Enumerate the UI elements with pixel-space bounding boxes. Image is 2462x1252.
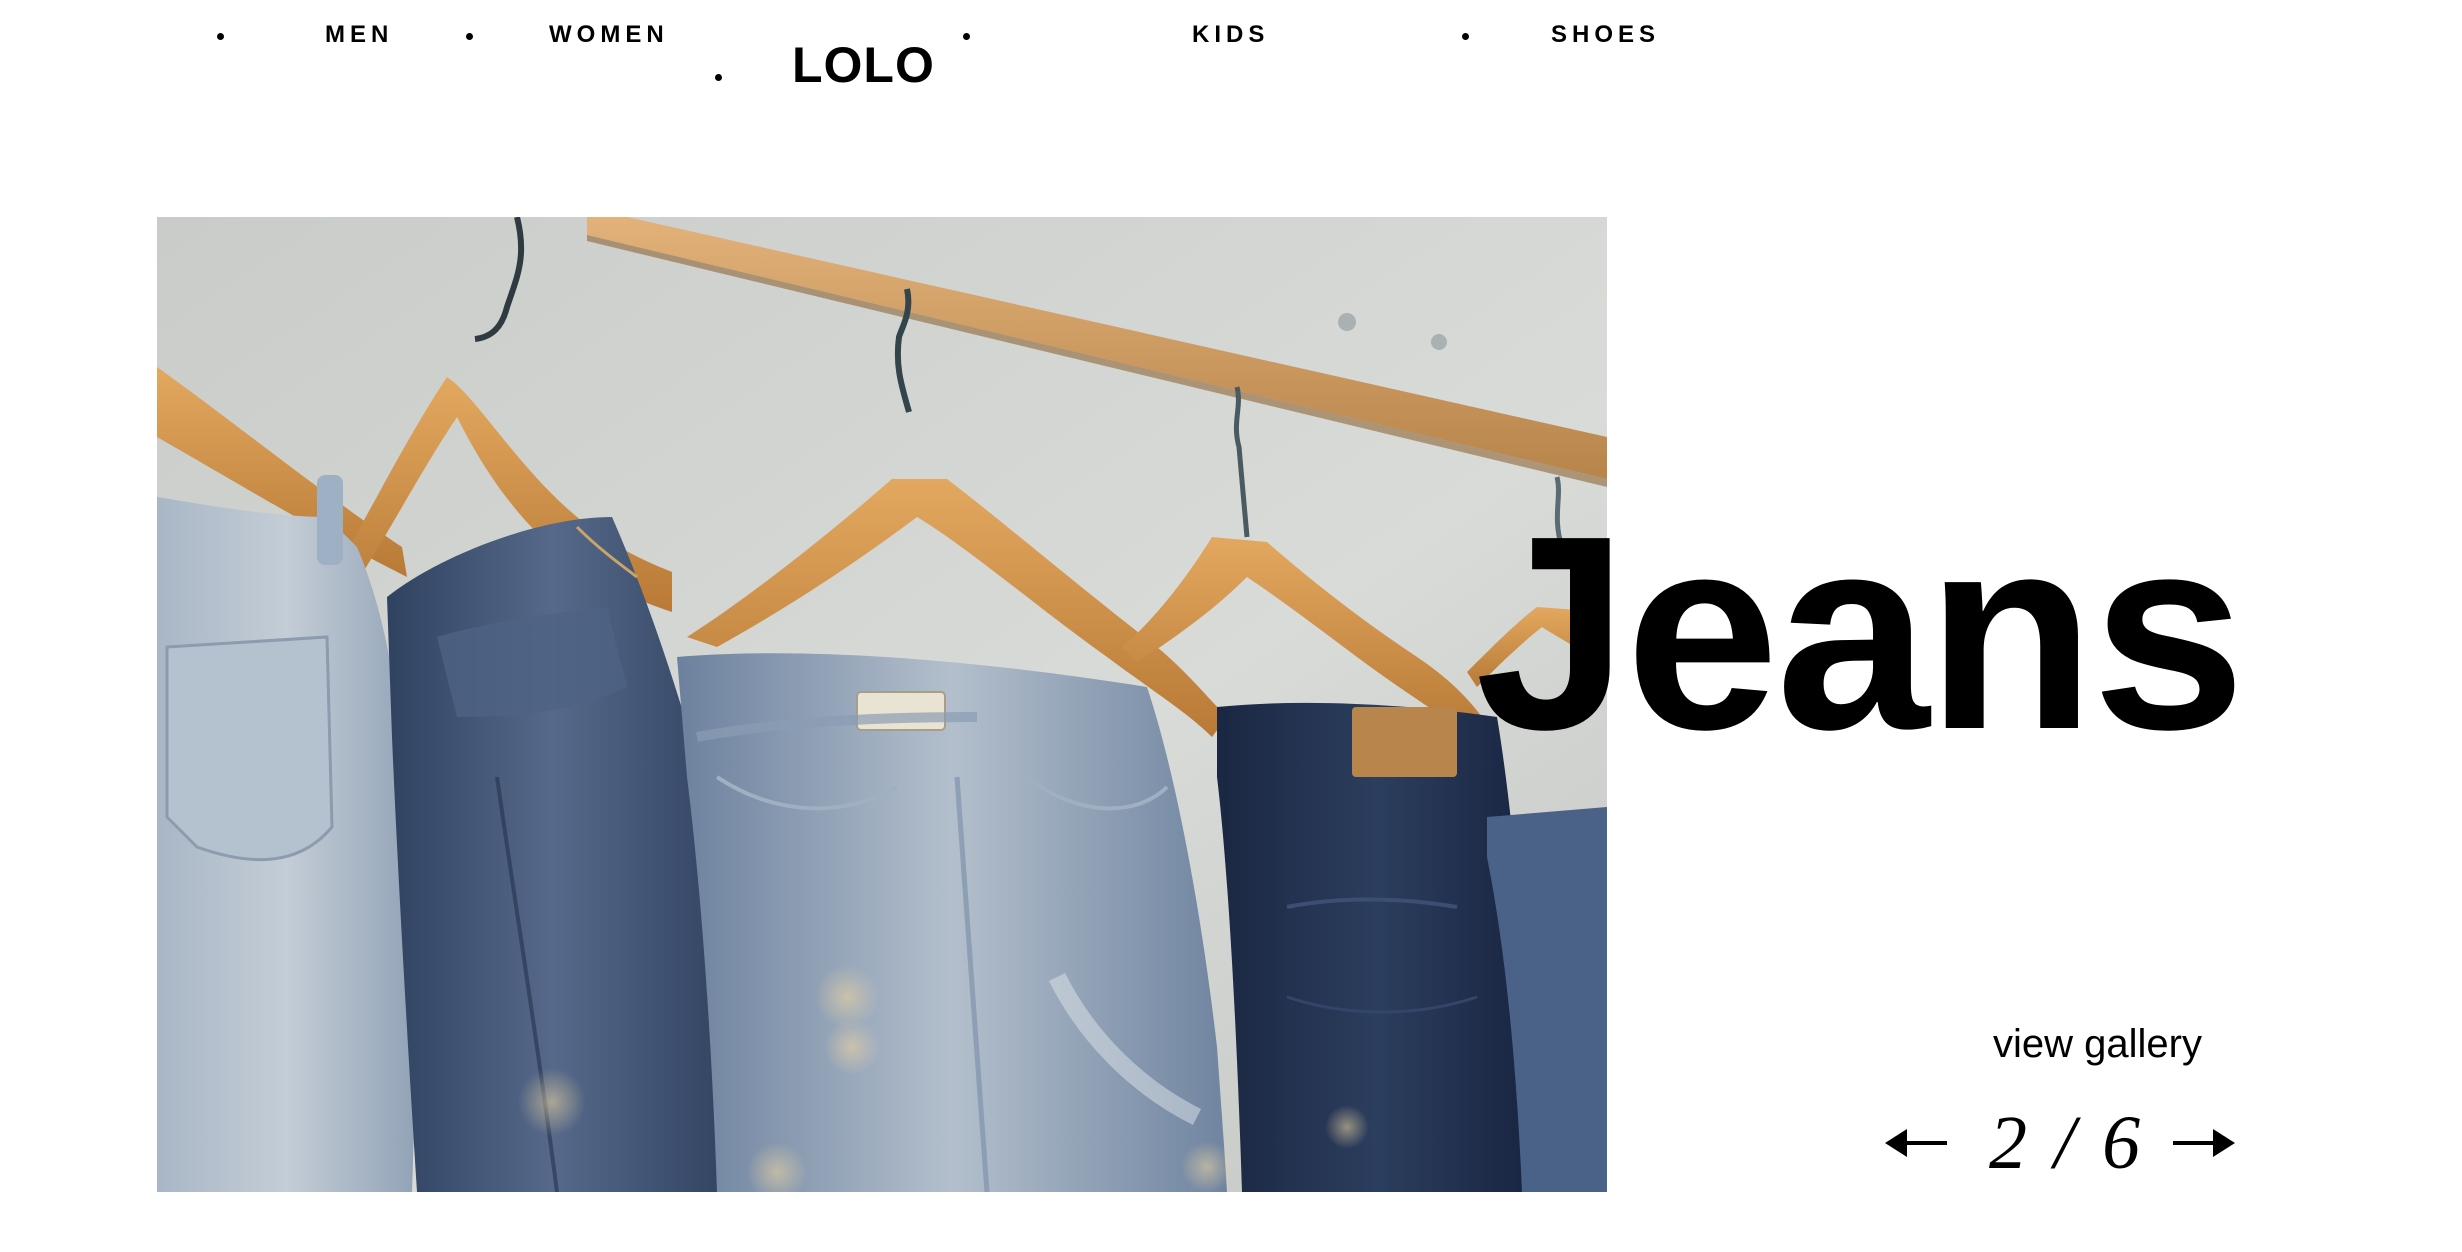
nav-bullet-dot <box>1462 33 1469 40</box>
site-logo[interactable]: LOLO <box>792 40 935 90</box>
arrow-right-icon <box>2173 1129 2235 1157</box>
arrow-left-icon <box>1885 1129 1947 1157</box>
nav-item-women[interactable]: WOMEN <box>549 23 669 47</box>
hero-photo-jeans <box>157 217 1607 1192</box>
jeans-on-hangers-illustration <box>157 217 1607 1192</box>
slide-counter: 2 / 6 <box>1989 1101 2145 1185</box>
gallery-pager: 2 / 6 <box>1885 1105 2245 1185</box>
nav-bullet-dot <box>715 74 722 81</box>
nav-bullet-dot <box>466 33 473 40</box>
nav-bullet-dot <box>217 33 224 40</box>
next-slide-button[interactable] <box>2169 1121 2235 1165</box>
view-gallery-link[interactable]: view gallery <box>1993 1024 2202 1064</box>
main-nav: MEN WOMEN LOLO KIDS SHOES <box>0 0 2462 120</box>
nav-item-men[interactable]: MEN <box>325 23 393 47</box>
nav-bullet-dot <box>963 33 970 40</box>
nav-item-kids[interactable]: KIDS <box>1192 23 1269 47</box>
prev-slide-button[interactable] <box>1885 1121 1951 1165</box>
nav-item-shoes[interactable]: SHOES <box>1551 23 1660 47</box>
hero-title: Jeans <box>1475 479 2246 787</box>
